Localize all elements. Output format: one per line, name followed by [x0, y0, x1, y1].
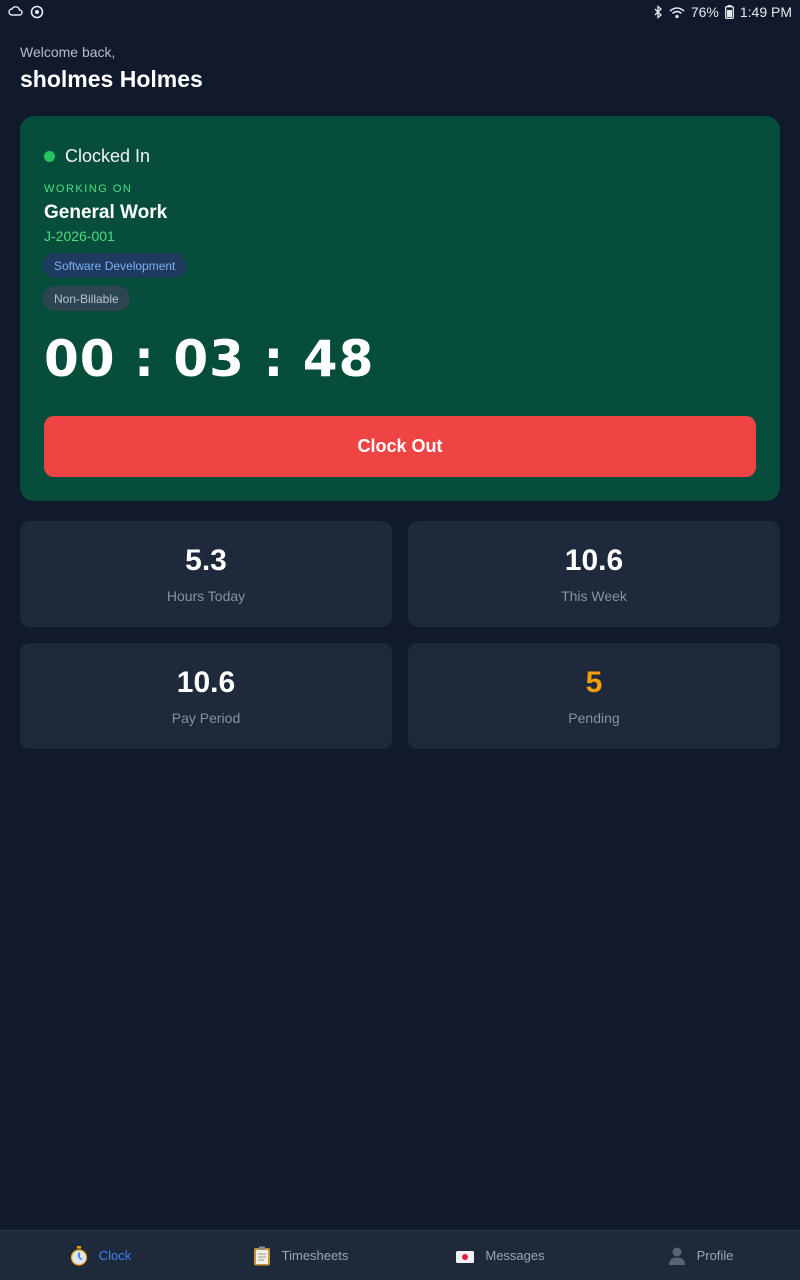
wifi-icon [669, 6, 685, 19]
nav-tab-clock[interactable]: Clock [0, 1231, 200, 1280]
stat-label: Hours Today [166, 588, 246, 604]
clock-status-label: Clocked In [65, 146, 151, 166]
person-icon [667, 1246, 687, 1266]
stat-value: 10.6 [564, 544, 624, 577]
stat-this-week: 10.6 This Week [408, 521, 780, 627]
clock-status-row: Clocked In [44, 146, 150, 167]
status-time: 1:49 PM [739, 4, 792, 20]
stat-value: 10.6 [176, 666, 236, 699]
stat-pending: 5 Pending [408, 643, 780, 749]
stat-hours-today: 5.3 Hours Today [20, 521, 392, 627]
mailbox-icon [455, 1246, 475, 1266]
clock-out-button[interactable]: Clock Out [44, 416, 756, 477]
status-right: 76% 1:49 PM [653, 4, 792, 20]
status-indicator-dot [44, 151, 55, 162]
sync-icon [30, 5, 44, 19]
cloud-sync-icon [8, 5, 24, 19]
nav-label: Profile [696, 1248, 734, 1263]
status-left [8, 5, 44, 19]
nav-label: Timesheets [281, 1248, 349, 1263]
job-code: J-2026-001 [44, 228, 115, 244]
bluetooth-icon [653, 5, 663, 19]
nav-tab-messages[interactable]: Messages [400, 1231, 600, 1280]
job-name: General Work [44, 202, 168, 223]
elapsed-timer: 00 : 03 : 48 [44, 330, 375, 388]
user-name: sholmes Holmes [20, 66, 203, 92]
bottom-nav: Clock Timesheets Messages Profile [0, 1230, 800, 1280]
clipboard-icon [252, 1246, 272, 1266]
billable-tag: Non-Billable [43, 286, 130, 311]
stat-value: 5 [585, 666, 603, 699]
battery-percent: 76% [690, 4, 719, 20]
working-on-label: WORKING ON [44, 183, 133, 195]
status-bar: 76% 1:49 PM [0, 0, 800, 24]
category-tag: Software Development [43, 253, 187, 278]
nav-tab-profile[interactable]: Profile [600, 1231, 800, 1280]
stat-label: This Week [561, 588, 627, 604]
nav-label: Messages [485, 1248, 545, 1263]
clock-status-card: Clocked In WORKING ON General Work J-202… [20, 116, 780, 501]
greeting: Welcome back, sholmes Holmes [20, 44, 203, 93]
nav-tab-timesheets[interactable]: Timesheets [200, 1231, 400, 1280]
nav-label: Clock [98, 1248, 132, 1263]
stopwatch-icon [69, 1245, 89, 1266]
stat-label: Pending [568, 710, 620, 726]
stat-label: Pay Period [171, 710, 241, 726]
stat-pay-period: 10.6 Pay Period [20, 643, 392, 749]
welcome-text: Welcome back, [20, 44, 116, 60]
stat-value: 5.3 [185, 544, 227, 577]
battery-icon [724, 5, 734, 19]
